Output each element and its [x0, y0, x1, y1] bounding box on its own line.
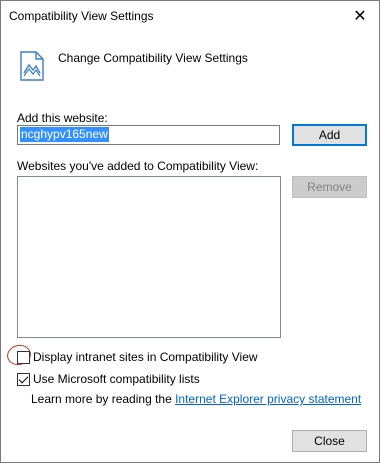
title-bar: Compatibility View Settings ✕ — [1, 1, 379, 31]
compatibility-view-dialog: Compatibility View Settings ✕ Change Com… — [0, 0, 380, 463]
remove-button[interactable]: Remove — [292, 176, 367, 198]
learn-more-prefix: Learn more by reading the — [31, 392, 176, 406]
website-input-value[interactable]: ncghypv165new — [20, 127, 109, 142]
intranet-label: Display intranet sites in Compatibility … — [33, 350, 258, 364]
page-title: Change Compatibility View Settings — [58, 51, 248, 65]
close-button[interactable]: Close — [292, 430, 367, 452]
close-icon[interactable]: ✕ — [343, 1, 377, 31]
intranet-checkbox[interactable] — [17, 350, 30, 364]
ms-lists-checkbox[interactable] — [17, 372, 30, 386]
window-title: Compatibility View Settings — [9, 9, 154, 23]
privacy-statement-link[interactable]: Internet Explorer privacy statement — [175, 392, 361, 406]
add-website-label: Add this website: — [17, 111, 108, 125]
ms-lists-label: Use Microsoft compatibility lists — [33, 372, 200, 386]
intranet-option[interactable]: Display intranet sites in Compatibility … — [17, 350, 258, 364]
ms-lists-option[interactable]: Use Microsoft compatibility lists — [17, 372, 200, 386]
websites-list-label: Websites you've added to Compatibility V… — [17, 159, 259, 173]
websites-list[interactable] — [17, 176, 281, 338]
website-input[interactable]: ncghypv165new — [17, 125, 280, 145]
add-button[interactable]: Add — [292, 124, 367, 146]
compatibility-page-icon — [20, 51, 44, 81]
learn-more-text: Learn more by reading the Internet Explo… — [31, 392, 361, 406]
